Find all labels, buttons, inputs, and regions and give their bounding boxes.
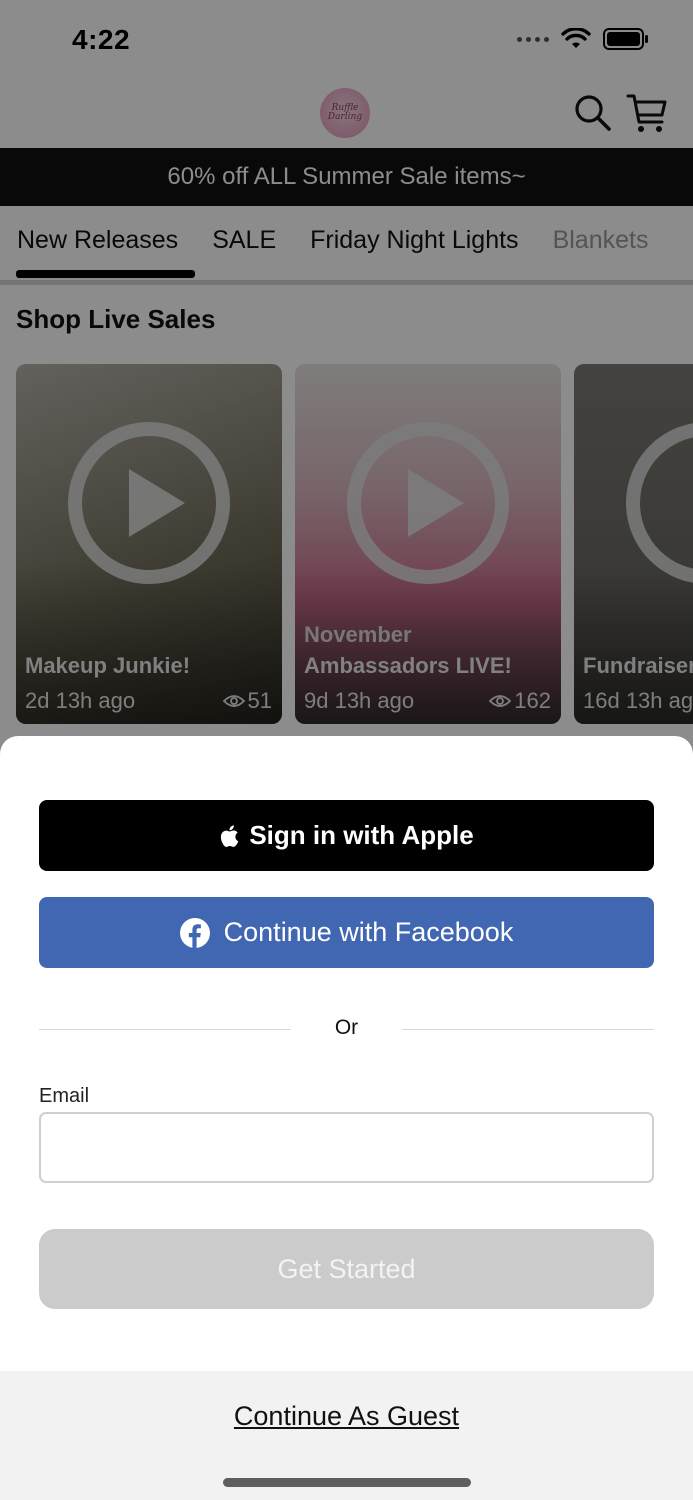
continue-as-guest-link[interactable]: Continue As Guest — [0, 1401, 693, 1432]
get-started-button[interactable]: Get Started — [39, 1229, 654, 1309]
sign-in-sheet: Sign in with Apple Continue with Faceboo… — [0, 736, 693, 1500]
apple-button-label: Sign in with Apple — [249, 820, 474, 850]
home-indicator[interactable] — [223, 1478, 471, 1487]
email-input[interactable] — [39, 1112, 654, 1183]
facebook-button-label: Continue with Facebook — [223, 917, 514, 947]
email-label: Email — [39, 1085, 90, 1107]
or-separator: Or — [334, 1016, 359, 1039]
facebook-icon — [179, 917, 210, 948]
continue-with-facebook-button[interactable]: Continue with Facebook — [39, 897, 654, 968]
sign-in-with-apple-button[interactable]: Sign in with Apple — [39, 800, 654, 871]
guest-footer: Continue As Guest — [0, 1371, 693, 1500]
apple-icon — [221, 824, 239, 847]
divider-right — [402, 1029, 654, 1030]
